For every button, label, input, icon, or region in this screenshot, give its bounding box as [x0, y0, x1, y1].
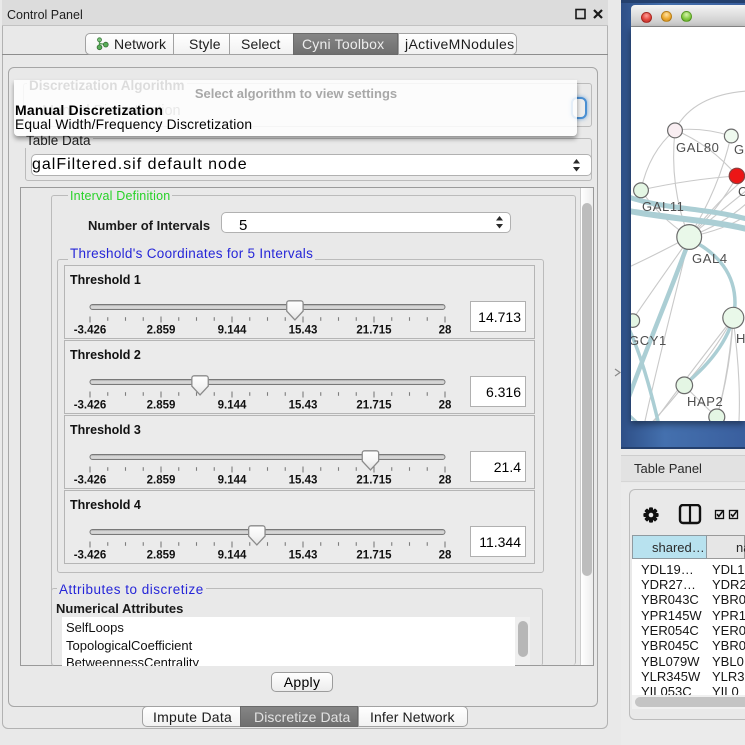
svg-text:21.715: 21.715 [356, 550, 392, 562]
svg-text:GCY1: GCY1 [631, 333, 667, 348]
svg-text:28: 28 [439, 475, 452, 487]
svg-text:28: 28 [439, 400, 452, 412]
svg-text:21.715: 21.715 [356, 475, 392, 487]
svg-text:21.715: 21.715 [356, 400, 392, 412]
svg-text:HAP2: HAP2 [687, 394, 723, 409]
svg-text:GAL11: GAL11 [642, 199, 685, 214]
svg-text:-3.426: -3.426 [74, 475, 107, 487]
svg-text:-3.426: -3.426 [74, 400, 107, 412]
svg-text:21.715: 21.715 [356, 325, 392, 337]
svg-text:15.43: 15.43 [289, 550, 318, 562]
svg-text:GA: GA [734, 142, 745, 157]
svg-text:-3.426: -3.426 [74, 325, 107, 337]
svg-text:2.859: 2.859 [147, 400, 176, 412]
svg-text:15.43: 15.43 [289, 475, 318, 487]
svg-text:9.144: 9.144 [218, 475, 247, 487]
svg-text:CA: CA [738, 184, 745, 199]
svg-text:2.859: 2.859 [147, 475, 176, 487]
svg-text:GAL80: GAL80 [676, 140, 719, 155]
svg-text:9.144: 9.144 [218, 550, 247, 562]
svg-text:9.144: 9.144 [218, 400, 247, 412]
svg-text:28: 28 [439, 325, 452, 337]
svg-text:28: 28 [439, 550, 452, 562]
svg-text:GAL4: GAL4 [692, 251, 728, 266]
svg-text:15.43: 15.43 [289, 325, 318, 337]
svg-text:2.859: 2.859 [147, 550, 176, 562]
svg-text:15.43: 15.43 [289, 400, 318, 412]
svg-text:H: H [736, 331, 745, 346]
svg-text:2.859: 2.859 [147, 325, 176, 337]
svg-text:9.144: 9.144 [218, 325, 247, 337]
svg-text:-3.426: -3.426 [74, 550, 107, 562]
